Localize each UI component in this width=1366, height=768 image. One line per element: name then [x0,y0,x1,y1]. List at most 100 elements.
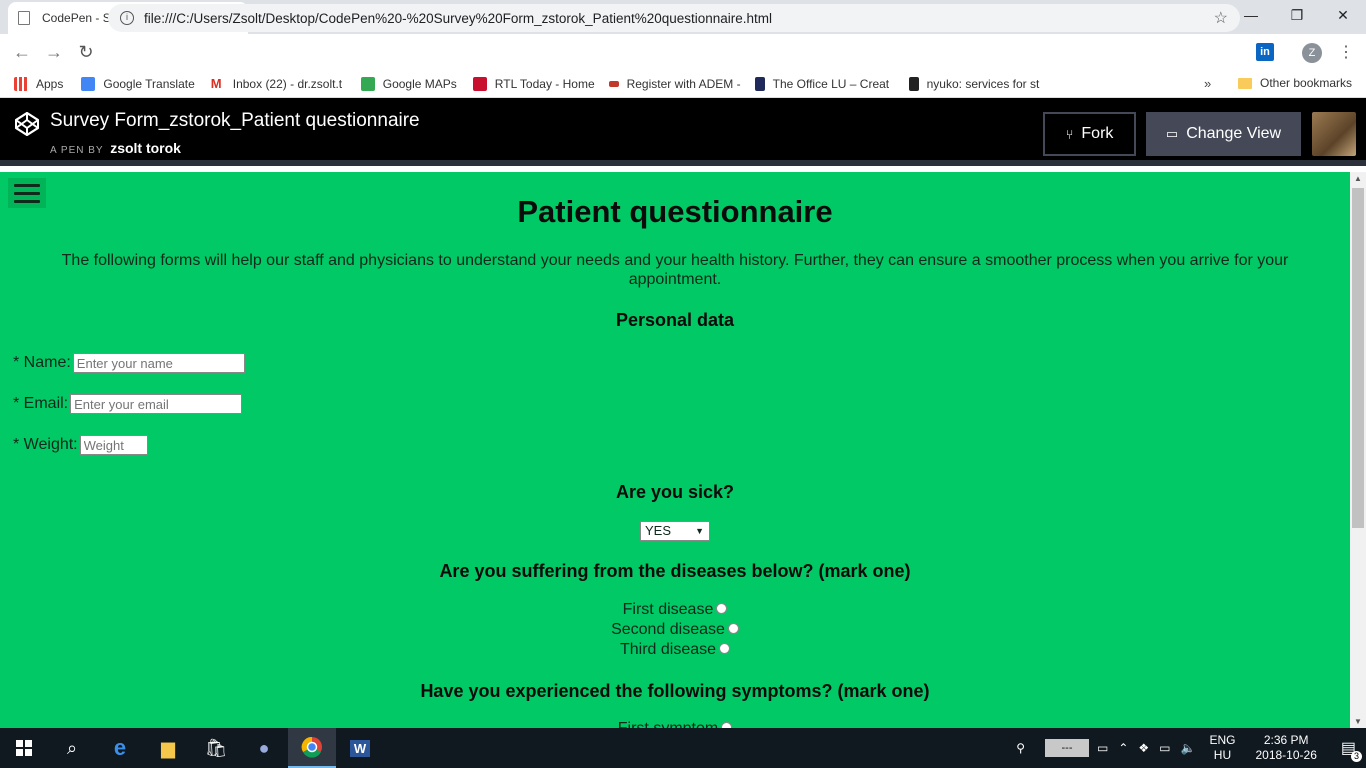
google-translate-icon [81,76,96,91]
diseases-heading: Are you suffering from the diseases belo… [439,561,911,581]
more-bookmarks-icon[interactable]: » [1204,76,1211,91]
thunderbird-icon[interactable]: ● [240,728,288,768]
scroll-down-icon[interactable]: ▼ [1354,717,1362,726]
folder-icon [1238,77,1252,89]
sick-select[interactable]: YES ▼ [640,521,710,541]
back-icon[interactable]: ← [6,42,38,63]
windows-start-icon[interactable] [0,728,48,768]
lang-top: ENG [1209,733,1236,747]
search-icon[interactable]: ⌕ [48,728,96,768]
google-maps-icon [360,76,375,91]
by-label: A PEN BY [50,145,104,156]
disease-radio[interactable] [719,643,731,654]
symptom-option-label: First symptom [618,720,718,728]
chevron-up-icon[interactable]: ⌃ [1118,741,1128,755]
other-bookmarks[interactable]: Other bookmarks [1238,76,1352,90]
change-view-button[interactable]: ▭ Change View [1146,112,1301,156]
bookmark-rtl-today[interactable]: RTL Today - Home [472,76,595,91]
symptom-option[interactable]: First symptom [0,720,1350,728]
page-title: Patient questionnaire [517,194,833,229]
volume-icon[interactable]: 🔈 [1181,741,1196,755]
bookmark-label: The Office LU – Creat [772,76,890,91]
url-text: file:///C:/Users/Zsolt/Desktop/CodePen%2… [144,10,773,26]
profile-avatar[interactable]: Z [1302,43,1322,63]
dropbox-icon[interactable]: ❖ [1138,741,1149,755]
nyuko-icon [908,76,919,91]
bookmark-the-office[interactable]: The Office LU – Creat [754,76,895,91]
word-icon[interactable]: W [336,728,384,768]
weight-input[interactable] [79,435,148,455]
restore-icon[interactable]: ❐ [1274,0,1320,30]
email-input[interactable] [70,394,243,414]
tray-input-box[interactable]: --- [1045,739,1089,757]
page-icon [18,11,30,25]
menu-icon[interactable]: ⋮ [1338,42,1354,62]
bookmark-nyuko[interactable]: nyuko: services for st [908,76,1049,91]
lang-bottom: HU [1213,748,1232,762]
bookmark-label: Google MAPs [382,76,457,91]
sick-heading: Are you sick? [615,482,735,502]
rtl-icon [472,76,487,91]
bookmark-label: nyuko: services for st [926,76,1040,91]
clock-time: 2:36 PM [1263,733,1309,747]
weight-label: * Weight: [13,436,78,453]
bookmarks-bar: Apps Google Translate M Inbox (22) - dr.… [0,70,1366,98]
bookmark-google-translate[interactable]: Google Translate [81,76,195,91]
user-avatar[interactable] [1312,112,1356,156]
bookmark-inbox[interactable]: M Inbox (22) - dr.zsolt.t [210,76,347,91]
disease-option[interactable]: Third disease [0,641,1350,659]
linkedin-extension-icon[interactable]: in [1256,43,1274,61]
disease-option-label: Third disease [619,641,717,658]
fork-label: Fork [1081,125,1114,142]
windows-taskbar: ⌕ e ▆ 🛍 ● W ⚲ --- ▭ ⌃ ❖ ▭ 🔈 ENG HU 2:36 … [0,728,1366,768]
chrome-icon[interactable] [288,728,336,768]
codepen-logo-icon[interactable] [14,111,40,137]
bookmark-label: Inbox (22) - dr.zsolt.t [232,76,343,91]
file-explorer-icon[interactable]: ▆ [144,728,192,768]
disease-option[interactable]: First disease [0,601,1350,619]
bookmark-label: Apps [36,76,64,91]
bookmark-apps[interactable]: Apps [14,76,64,91]
bookmark-google-maps[interactable]: Google MAPs [360,76,457,91]
disease-option[interactable]: Second disease [0,621,1350,639]
weight-field-row: * Weight: [13,435,148,455]
edge-icon[interactable]: e [96,728,144,768]
address-bar[interactable]: i file:///C:/Users/Zsolt/Desktop/CodePen… [108,4,1240,32]
pen-byline: A PEN BY zsolt torok [50,140,181,156]
fork-button[interactable]: ⑂ Fork [1043,112,1136,156]
apps-grid-icon [14,76,28,91]
store-icon[interactable]: 🛍 [192,728,240,768]
view-icon: ▭ [1165,126,1179,141]
disease-option-label: Second disease [611,621,725,638]
clock-date: 2018-10-26 [1255,748,1317,762]
language-indicator[interactable]: ENG HU [1209,733,1235,763]
people-icon[interactable]: ⚲ [1016,741,1025,755]
disease-radio[interactable] [716,603,728,614]
name-input[interactable] [72,353,245,373]
reload-icon[interactable]: ↻ [70,42,102,63]
forward-icon[interactable]: → [38,42,70,63]
notifications-icon[interactable]: ▤ 3 [1341,738,1362,762]
bookmark-star-icon[interactable]: ☆ [1214,8,1228,28]
author-link[interactable]: zsolt torok [110,140,181,156]
notification-count: 3 [1351,751,1362,762]
adem-icon [608,80,619,87]
bookmark-adem[interactable]: Register with ADEM - [608,76,741,91]
survey-page: Patient questionnaire The following form… [0,172,1350,728]
page-scrollbar[interactable]: ▲ ▼ [1350,172,1366,728]
pen-title: Survey Form_zstorok_Patient questionnair… [50,110,420,131]
scroll-up-icon[interactable]: ▲ [1354,174,1362,183]
info-icon[interactable]: i [120,11,134,25]
bookmark-label: Register with ADEM - [626,76,741,91]
email-field-row: * Email: [13,394,243,414]
disease-option-label: First disease [622,601,714,618]
the-office-icon [754,76,765,91]
clock[interactable]: 2:36 PM 2018-10-26 [1255,733,1316,763]
scrollbar-thumb[interactable] [1352,188,1364,528]
network-icon[interactable]: ▭ [1159,741,1170,755]
symptoms-heading: Have you experienced the following sympt… [420,681,930,701]
disease-radio[interactable] [727,623,739,634]
dropdown-arrow-icon: ▼ [695,526,704,536]
close-window-icon[interactable]: ✕ [1320,0,1366,30]
battery-icon[interactable]: ▭ [1097,741,1108,755]
